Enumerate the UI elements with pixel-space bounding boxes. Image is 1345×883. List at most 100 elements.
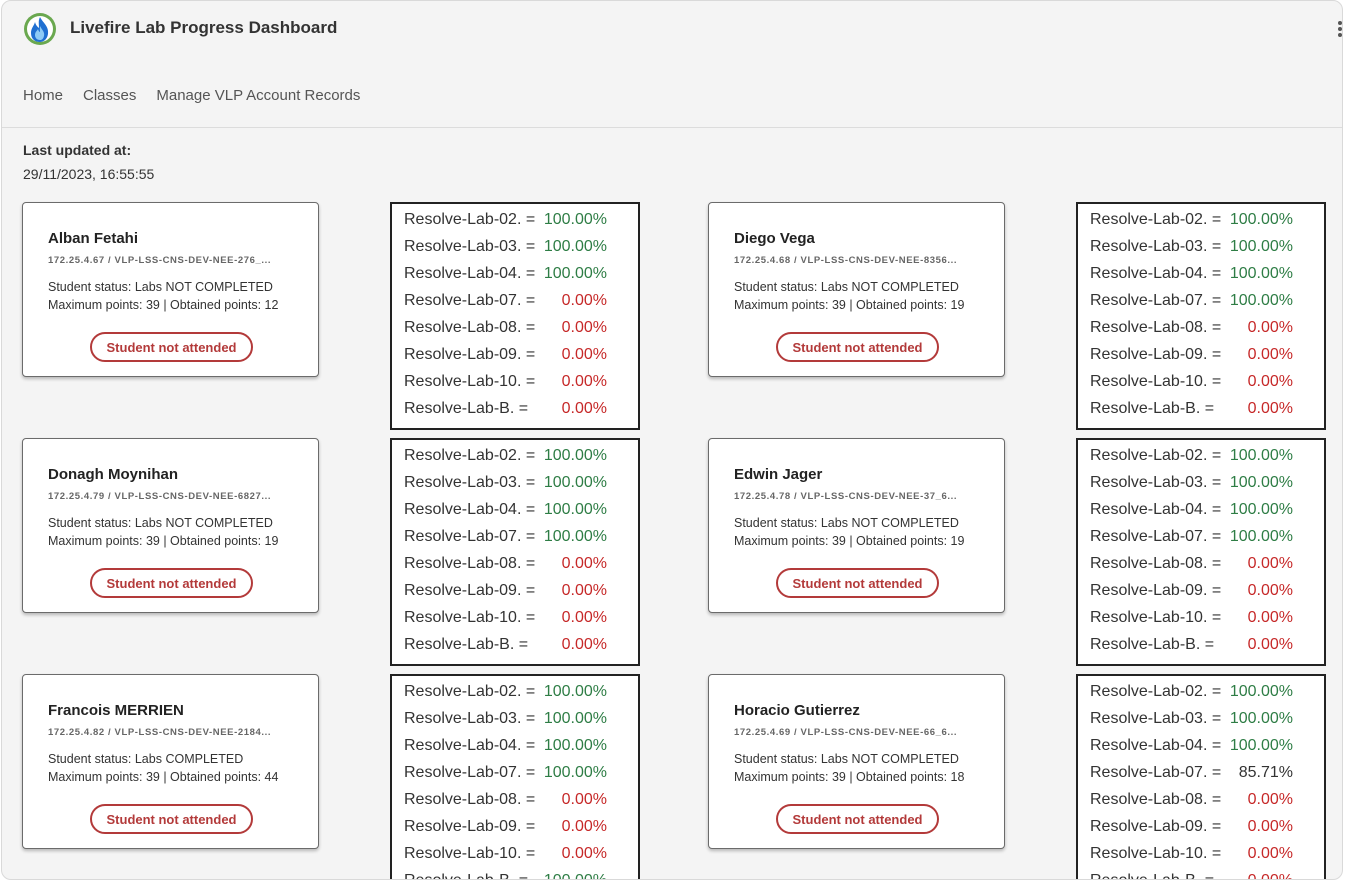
lab-results-box: Resolve-Lab-02. = 100.00% Resolve-Lab-03. … bbox=[1076, 202, 1326, 430]
lab-percentage: 100.00% bbox=[1229, 683, 1293, 700]
lab-row: Resolve-Lab-03. = 100.00% bbox=[1090, 710, 1320, 732]
lab-percentage: 0.00% bbox=[1247, 400, 1293, 417]
nav-classes[interactable]: Classes bbox=[83, 87, 136, 109]
lab-row: Resolve-Lab-B. =100.00% bbox=[404, 872, 634, 879]
student-card: Alban Fetahi 172.25.4.67 / VLP-LSS-CNS-DE… bbox=[22, 202, 319, 377]
student-card: Francois MERRIEN 172.25.4.82 / VLP-LSS-CN… bbox=[22, 674, 319, 849]
lab-percentage: 100.00% bbox=[543, 737, 607, 754]
lab-row: Resolve-Lab-07. = 0.00% bbox=[404, 292, 634, 314]
lab-percentage: 85.71% bbox=[1238, 764, 1293, 781]
lab-row: Resolve-Lab-03. = 100.00% bbox=[1090, 238, 1320, 260]
app-window: Livefire Lab Progress Dashboard Home Cla… bbox=[1, 0, 1343, 880]
lab-percentage: 100.00% bbox=[543, 501, 607, 518]
student-not-attended-button[interactable]: Student not attended bbox=[776, 804, 939, 834]
lab-row: Resolve-Lab-08. = 0.00% bbox=[404, 791, 634, 813]
lab-row: Resolve-Lab-02. = 100.00% bbox=[1090, 447, 1320, 469]
livefire-logo-icon bbox=[24, 13, 56, 45]
lab-percentage: 100.00% bbox=[543, 474, 607, 491]
student-not-attended-button[interactable]: Student not attended bbox=[776, 332, 939, 362]
lab-row: Resolve-Lab-10. = 0.00% bbox=[1090, 609, 1320, 631]
lab-percentage: 100.00% bbox=[543, 265, 607, 282]
last-updated-value: 29/11/2023, 16:55:55 bbox=[23, 166, 155, 182]
student-status: Student status: Labs NOT COMPLETED bbox=[734, 516, 959, 530]
lab-percentage: 100.00% bbox=[1229, 501, 1293, 518]
lab-row: Resolve-Lab-04. = 100.00% bbox=[1090, 737, 1320, 759]
lab-percentage: 0.00% bbox=[1247, 319, 1293, 336]
lab-percentage: 100.00% bbox=[1229, 710, 1293, 727]
lab-row: Resolve-Lab-08. = 0.00% bbox=[1090, 319, 1320, 341]
app-title: Livefire Lab Progress Dashboard bbox=[70, 18, 338, 37]
lab-row: Resolve-Lab-04. = 100.00% bbox=[404, 265, 634, 287]
lab-row: Resolve-Lab-04. = 100.00% bbox=[1090, 265, 1320, 287]
lab-percentage: 100.00% bbox=[1229, 238, 1293, 255]
lab-row: Resolve-Lab-10. = 0.00% bbox=[1090, 845, 1320, 867]
student-points: Maximum points: 39 | Obtained points: 19 bbox=[734, 534, 965, 548]
lab-row: Resolve-Lab-09. = 0.00% bbox=[404, 346, 634, 368]
student-points: Maximum points: 39 | Obtained points: 44 bbox=[48, 770, 279, 784]
lab-results-box: Resolve-Lab-02. = 100.00% Resolve-Lab-03. … bbox=[1076, 674, 1326, 879]
student-points: Maximum points: 39 | Obtained points: 19 bbox=[48, 534, 279, 548]
student-status: Student status: Labs NOT COMPLETED bbox=[48, 516, 273, 530]
student-card: Edwin Jager 172.25.4.78 / VLP-LSS-CNS-DEV… bbox=[708, 438, 1005, 613]
lab-results-box: Resolve-Lab-02. = 100.00% Resolve-Lab-03. … bbox=[390, 674, 640, 879]
lab-row: Resolve-Lab-02. = 100.00% bbox=[1090, 211, 1320, 233]
lab-percentage: 100.00% bbox=[543, 447, 607, 464]
lab-percentage: 0.00% bbox=[561, 555, 607, 572]
student-status: Student status: Labs NOT COMPLETED bbox=[48, 280, 273, 294]
student-host: 172.25.4.79 / VLP-LSS-CNS-DEV-NEE-6827..… bbox=[48, 491, 272, 502]
lab-percentage: 100.00% bbox=[1229, 265, 1293, 282]
student-not-attended-button[interactable]: Student not attended bbox=[90, 568, 253, 598]
lab-row: Resolve-Lab-02. = 100.00% bbox=[404, 683, 634, 705]
lab-percentage: 100.00% bbox=[1229, 447, 1293, 464]
student-name: Edwin Jager bbox=[734, 466, 823, 483]
student-host: 172.25.4.68 / VLP-LSS-CNS-DEV-NEE-8356..… bbox=[734, 255, 958, 266]
lab-results-box: Resolve-Lab-02. = 100.00% Resolve-Lab-03. … bbox=[1076, 438, 1326, 666]
lab-percentage: 0.00% bbox=[1247, 373, 1293, 390]
lab-row: Resolve-Lab-04. = 100.00% bbox=[404, 737, 634, 759]
lab-results-box: Resolve-Lab-02. = 100.00% Resolve-Lab-03. … bbox=[390, 438, 640, 666]
lab-percentage: 100.00% bbox=[543, 710, 607, 727]
lab-row: Resolve-Lab-02. = 100.00% bbox=[404, 447, 634, 469]
student-card: Donagh Moynihan 172.25.4.79 / VLP-LSS-CNS… bbox=[22, 438, 319, 613]
lab-percentage: 100.00% bbox=[543, 238, 607, 255]
lab-percentage: 0.00% bbox=[1090, 872, 1293, 879]
student-points: Maximum points: 39 | Obtained points: 18 bbox=[734, 770, 965, 784]
lab-percentage: 0.00% bbox=[1247, 845, 1293, 862]
lab-row: Resolve-Lab-08. = 0.00% bbox=[1090, 791, 1320, 813]
lab-percentage: 0.00% bbox=[561, 609, 607, 626]
lab-percentage: 0.00% bbox=[1247, 555, 1293, 572]
lab-row: Resolve-Lab-09. = 0.00% bbox=[1090, 818, 1320, 840]
lab-percentage: 100.00% bbox=[404, 872, 607, 879]
student-not-attended-button[interactable]: Student not attended bbox=[776, 568, 939, 598]
nav-manage-vlp-account-records[interactable]: Manage VLP Account Records bbox=[156, 87, 360, 109]
lab-row: Resolve-Lab-07. = 100.00% bbox=[404, 528, 634, 550]
lab-row: Resolve-Lab-04. = 100.00% bbox=[1090, 501, 1320, 523]
lab-row: Resolve-Lab-04. = 100.00% bbox=[404, 501, 634, 523]
lab-percentage: 0.00% bbox=[561, 373, 607, 390]
lab-percentage: 0.00% bbox=[561, 319, 607, 336]
lab-row: Resolve-Lab-09. = 0.00% bbox=[1090, 346, 1320, 368]
student-name: Horacio Gutierrez bbox=[734, 702, 860, 719]
student-status: Student status: Labs NOT COMPLETED bbox=[734, 280, 959, 294]
lab-row: Resolve-Lab-07. = 85.71% bbox=[1090, 764, 1320, 786]
lab-row: Resolve-Lab-10. = 0.00% bbox=[404, 845, 634, 867]
nav-home[interactable]: Home bbox=[23, 87, 63, 109]
kebab-menu-icon[interactable] bbox=[1338, 19, 1342, 39]
lab-row: Resolve-Lab-07. = 100.00% bbox=[404, 764, 634, 786]
student-status: Student status: Labs NOT COMPLETED bbox=[734, 752, 959, 766]
lab-percentage: 100.00% bbox=[1229, 528, 1293, 545]
lab-percentage: 0.00% bbox=[1247, 818, 1293, 835]
lab-row: Resolve-Lab-09. = 0.00% bbox=[404, 582, 634, 604]
lab-percentage: 0.00% bbox=[1247, 609, 1293, 626]
main-nav: Home Classes Manage VLP Account Records bbox=[23, 87, 360, 109]
student-not-attended-button[interactable]: Student not attended bbox=[90, 332, 253, 362]
lab-row: Resolve-Lab-10. = 0.00% bbox=[404, 609, 634, 631]
lab-percentage: 0.00% bbox=[561, 845, 607, 862]
student-card: Horacio Gutierrez 172.25.4.69 / VLP-LSS-C… bbox=[708, 674, 1005, 849]
lab-percentage: 100.00% bbox=[1229, 292, 1293, 309]
student-not-attended-button[interactable]: Student not attended bbox=[90, 804, 253, 834]
lab-row: Resolve-Lab-08. = 0.00% bbox=[404, 555, 634, 577]
lab-row: Resolve-Lab-10. = 0.00% bbox=[1090, 373, 1320, 395]
student-name: Diego Vega bbox=[734, 230, 815, 247]
lab-percentage: 0.00% bbox=[561, 791, 607, 808]
